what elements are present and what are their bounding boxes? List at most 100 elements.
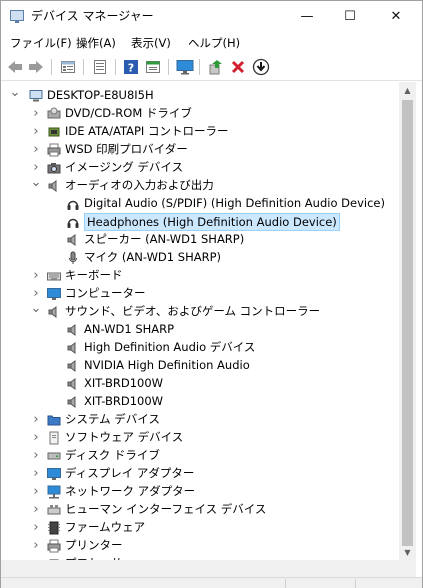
scroll-up-icon[interactable]: ▲ <box>399 82 416 98</box>
collapse-chevron-icon[interactable]: ⌄ <box>30 176 42 193</box>
download-icon[interactable] <box>252 58 270 76</box>
collapse-chevron-icon[interactable]: ⌄ <box>9 86 21 103</box>
tree-category-node[interactable]: › DVD/CD-ROM ドライブ <box>1 105 399 123</box>
speaker-icon <box>66 341 80 355</box>
menu-help[interactable]: ヘルプ(H) <box>188 35 240 51</box>
window-title: デバイス マネージャー <box>31 9 154 23</box>
tree-node-label: マイク (AN-WD1 SHARP) <box>84 250 221 264</box>
tree-device-node[interactable]: マイク (AN-WD1 SHARP) <box>1 249 399 267</box>
tree-device-node[interactable]: NVIDIA High Definition Audio <box>1 357 399 375</box>
tree-node-label: WSD 印刷プロバイダー <box>65 142 188 156</box>
monitor-icon <box>47 287 61 301</box>
tree-device-node[interactable]: スピーカー (AN-WD1 SHARP) <box>1 231 399 249</box>
menu-action[interactable]: 操作(A) <box>76 35 116 51</box>
sheet-icon[interactable] <box>144 58 162 76</box>
tree-device-node[interactable]: High Definition Audio デバイス <box>1 339 399 357</box>
computer-icon <box>29 89 43 103</box>
tree-device-node[interactable]: AN-WD1 SHARP <box>1 321 399 339</box>
tree-category-node[interactable]: › WSD 印刷プロバイダー <box>1 141 399 159</box>
tree-device-node[interactable]: XIT-BRD100W <box>1 375 399 393</box>
network-icon <box>47 485 61 499</box>
tree-root-node[interactable]: ⌄ DESKTOP-E8U8I5H <box>1 86 399 105</box>
system-folder-icon <box>47 413 61 427</box>
tree-node-label: サウンド、ビデオ、およびゲーム コントローラー <box>65 304 321 318</box>
maximize-button[interactable]: ☐ <box>327 1 373 31</box>
minimize-button[interactable]: — <box>284 1 330 31</box>
expand-chevron-icon[interactable]: › <box>30 287 42 301</box>
collapse-chevron-icon[interactable]: ⌄ <box>30 302 42 319</box>
expand-chevron-icon[interactable]: › <box>30 161 42 175</box>
expand-chevron-icon[interactable]: › <box>30 539 42 553</box>
tree-device-node[interactable]: Headphones (High Definition Audio Device… <box>1 213 399 231</box>
tree-category-node[interactable]: › システム デバイス <box>1 411 399 429</box>
tree-category-node[interactable]: › コンピューター <box>1 285 399 303</box>
menu-bar: ファイル(F) 操作(A) 表示(V) ヘルプ(H) <box>1 31 422 53</box>
speaker-icon <box>66 377 80 391</box>
forward-arrow-icon[interactable] <box>27 58 45 76</box>
remove-device-icon[interactable] <box>229 58 247 76</box>
expand-chevron-icon[interactable]: › <box>30 449 42 463</box>
expand-chevron-icon[interactable]: › <box>30 485 42 499</box>
device-manager-app-icon <box>10 10 24 23</box>
back-arrow-icon[interactable] <box>6 58 24 76</box>
tree-category-node[interactable]: › ヒューマン インターフェイス デバイス <box>1 501 399 519</box>
tree-node-label: ディスク ドライブ <box>65 448 160 462</box>
menu-file[interactable]: ファイル(F) <box>10 35 72 51</box>
tree-node-label: DVD/CD-ROM ドライブ <box>65 106 192 120</box>
tree-category-node[interactable]: › ネットワーク アダプター <box>1 483 399 501</box>
tree-device-node[interactable]: XIT-BRD100W <box>1 393 399 411</box>
status-pane-2 <box>286 579 356 588</box>
tree-category-node[interactable]: › ディスプレイ アダプター <box>1 465 399 483</box>
status-pane-main <box>1 579 286 588</box>
tree-node-label: ファームウェア <box>65 520 146 534</box>
tree-node-label: ソフトウェア デバイス <box>65 430 184 444</box>
tree-device-node[interactable]: Digital Audio (S/PDIF) (High Definition … <box>1 195 399 213</box>
grid-list-icon[interactable] <box>91 58 109 76</box>
tree-category-node[interactable]: › イメージング デバイス <box>1 159 399 177</box>
ide-controller-icon <box>47 125 61 139</box>
update-driver-icon[interactable] <box>207 58 225 76</box>
expand-chevron-icon[interactable]: › <box>30 107 42 121</box>
expand-chevron-icon[interactable]: › <box>30 269 42 283</box>
tree-node-label: スピーカー (AN-WD1 SHARP) <box>84 232 245 246</box>
vertical-scrollbar[interactable]: ▲ ▼ <box>399 82 416 560</box>
tree-category-node[interactable]: ⌄ サウンド、ビデオ、およびゲーム コントローラー <box>1 302 399 321</box>
headphones-icon <box>66 197 80 211</box>
expand-chevron-icon[interactable]: › <box>30 431 42 445</box>
expand-chevron-icon[interactable]: › <box>30 413 42 427</box>
expand-chevron-icon[interactable]: › <box>30 467 42 481</box>
title-bar: デバイス マネージャー — ☐ ✕ <box>1 1 422 31</box>
tree-category-node[interactable]: › キーボード <box>1 267 399 285</box>
svg-text:?: ? <box>128 62 134 75</box>
firmware-icon <box>47 521 61 535</box>
tree-category-node[interactable]: › IDE ATA/ATAPI コントローラー <box>1 123 399 141</box>
tree-category-node[interactable]: › ソフトウェア デバイス <box>1 429 399 447</box>
tree-node-label: XIT-BRD100W <box>84 376 164 390</box>
tree-node-label: ヒューマン インターフェイス デバイス <box>65 502 267 516</box>
tree-category-node[interactable]: ⌄ オーディオの入力および出力 <box>1 176 399 195</box>
properties-icon[interactable] <box>59 58 77 76</box>
menu-view[interactable]: 表示(V) <box>131 35 171 51</box>
headphones-icon <box>66 215 80 229</box>
close-button[interactable]: ✕ <box>373 1 419 31</box>
tree-category-node[interactable]: › ディスク ドライブ <box>1 447 399 465</box>
scroll-thumb[interactable] <box>402 100 413 546</box>
hid-icon <box>47 503 61 517</box>
expand-chevron-icon[interactable]: › <box>30 521 42 535</box>
tree-node-label: Headphones (High Definition Audio Device… <box>84 213 340 231</box>
tree-node-label: コンピューター <box>65 286 146 300</box>
tree-node-label: イメージング デバイス <box>65 160 184 174</box>
expand-chevron-icon[interactable]: › <box>30 143 42 157</box>
tree-category-node[interactable]: › ファームウェア <box>1 519 399 537</box>
camera-icon <box>47 161 61 175</box>
expand-chevron-icon[interactable]: › <box>30 125 42 139</box>
horizontal-scrollbar[interactable] <box>1 560 399 577</box>
scroll-down-icon[interactable]: ▼ <box>399 544 416 560</box>
help-icon[interactable]: ? <box>122 58 140 76</box>
tree-category-node[interactable]: › プリンター <box>1 537 399 555</box>
disc-drive-icon <box>47 107 61 121</box>
printer-icon <box>47 143 61 157</box>
monitor-scan-icon[interactable] <box>176 58 194 76</box>
tree-node-label: XIT-BRD100W <box>84 394 164 408</box>
expand-chevron-icon[interactable]: › <box>30 503 42 517</box>
